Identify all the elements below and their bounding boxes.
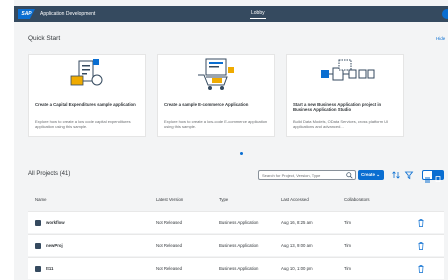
delete-icon[interactable] (418, 219, 424, 227)
hide-quick-start-link[interactable]: Hide (436, 36, 445, 41)
project-type: Business Application (219, 266, 259, 271)
column-header-type[interactable]: Type (219, 197, 228, 202)
project-name[interactable]: newProj (46, 243, 63, 249)
column-header-name[interactable]: Name (35, 197, 46, 202)
project-accessed: Aug 10, 1:00 pm (281, 266, 313, 271)
card-title: Create a Capital Expenditures sample app… (35, 102, 136, 107)
search-placeholder: Search for Project, Version, Type (262, 173, 321, 178)
filter-icon[interactable] (404, 170, 414, 180)
project-version: Not Released (156, 266, 183, 271)
card-description: Explore how to create a low code capital… (35, 119, 131, 129)
project-icon (35, 220, 41, 226)
card-description: Build Data Models, OData Services, cross… (293, 119, 389, 129)
business-app-illustration (287, 55, 403, 93)
card-title: Create a sample E-commerce Application (164, 102, 249, 107)
window-frame (0, 0, 14, 280)
table-row[interactable]: newProj Not Released Business Applicatio… (28, 234, 444, 256)
user-avatar[interactable] (442, 9, 448, 19)
create-button[interactable]: Create ⌄ (358, 170, 384, 180)
project-collaborators: Tim (344, 220, 351, 225)
list-view-toggle[interactable] (422, 170, 433, 183)
column-header-version[interactable]: Latest Version (156, 197, 183, 202)
grid-view-toggle[interactable] (433, 170, 444, 182)
project-collaborators: Tim (344, 266, 351, 271)
project-search-field[interactable]: Search for Project, Version, Type (258, 170, 356, 180)
quick-start-title: Quick Start (28, 35, 61, 42)
delete-icon[interactable] (418, 242, 424, 250)
project-icon (35, 266, 41, 272)
ecommerce-illustration (158, 55, 274, 93)
project-type: Business Application (219, 220, 259, 225)
list-icon (425, 177, 430, 183)
grid-icon (435, 176, 441, 182)
card-title: Start a new Business Application project… (293, 102, 382, 113)
sort-icon[interactable] (391, 170, 401, 180)
shell-bar: SAP Application Development Lobby (14, 6, 448, 22)
carousel-indicator[interactable] (240, 152, 243, 155)
table-row[interactable]: workflow Not Released Business Applicati… (28, 211, 444, 233)
column-header-accessed[interactable]: Last Accessed (281, 197, 309, 202)
delete-icon[interactable] (418, 265, 424, 273)
card-description: Explore how to create a low-code E-comme… (164, 119, 268, 129)
quick-start-card-business-app[interactable]: Start a new Business Application project… (286, 54, 404, 137)
project-icon (35, 243, 41, 249)
project-version: Not Released (156, 243, 183, 248)
column-header-collaborators[interactable]: Collaborators (344, 197, 370, 202)
quick-start-card-ecommerce[interactable]: Create a sample E-commerce Application E… (157, 54, 275, 137)
projects-title: All Projects (41) (28, 171, 71, 177)
app-title[interactable]: Application Development (40, 9, 95, 19)
project-type: Business Application (219, 243, 259, 248)
tab-lobby[interactable]: Lobby (250, 8, 266, 19)
project-version: Not Released (156, 220, 183, 225)
table-row[interactable]: tt11 Not Released Business Application A… (28, 257, 444, 279)
project-accessed: Aug 13, 9:00 am (281, 243, 313, 248)
quick-start-card-capex[interactable]: Create a Capital Expenditures sample app… (28, 54, 146, 137)
sap-logo: SAP (18, 9, 35, 19)
project-name[interactable]: workflow (46, 220, 65, 226)
project-accessed: Aug 16, 8:25 am (281, 220, 313, 225)
project-name[interactable]: tt11 (46, 266, 53, 272)
search-icon[interactable] (346, 172, 353, 179)
capex-illustration (29, 55, 145, 93)
project-collaborators: Tim (344, 243, 351, 248)
